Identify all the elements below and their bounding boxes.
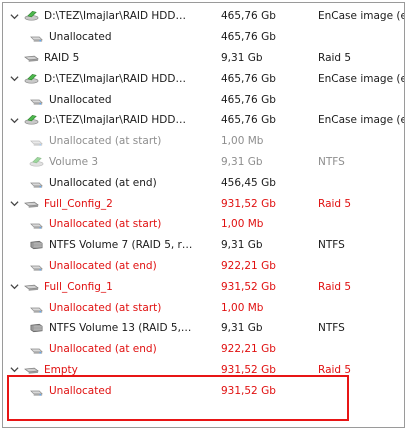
row-name: RAID 5 — [44, 51, 80, 64]
row-size: 9,31 Gb — [221, 239, 263, 252]
tree-row-unallocated-end[interactable]: Unallocated (at end) 922,21 Gb — [3, 256, 403, 277]
row-size: 465,76 Gb — [221, 114, 276, 127]
chevron-down-icon[interactable] — [8, 114, 20, 126]
chevron-down-icon[interactable] — [8, 10, 20, 22]
row-size: 931,52 Gb — [221, 384, 276, 397]
row-type: EnCase image (e01) — [318, 10, 404, 23]
tree-row-ntfs-volume[interactable]: NTFS Volume 13 (RAID 5, raid) 9,31 Gb NT… — [3, 318, 403, 339]
row-type: Raid 5 — [318, 363, 352, 376]
tree-row-raid-full-config-2[interactable]: Full_Config_2 931,52 Gb Raid 5 — [3, 193, 403, 214]
row-name: NTFS Volume 7 (RAID 5, raid) — [49, 239, 194, 252]
tree-row-unallocated-start[interactable]: Unallocated (at start) 1,00 Mb — [3, 131, 403, 152]
row-size: 456,45 Gb — [221, 176, 276, 189]
disk-tree-panel: D:\TEZ\İmajlar\RAID HDD VROC S... 465,76… — [2, 2, 405, 428]
row-type: NTFS — [318, 155, 345, 168]
unallocated-disk-icon — [29, 385, 44, 397]
raid-disk-icon — [24, 281, 39, 293]
row-name: Full_Config_1 — [44, 280, 113, 293]
tree-row-unallocated-end[interactable]: Unallocated (at end) 922,21 Gb — [3, 339, 403, 360]
ntfs-volume-icon — [29, 239, 44, 251]
unallocated-disk-icon — [29, 177, 44, 189]
row-name: Full_Config_2 — [44, 197, 113, 210]
row-size: 465,76 Gb — [221, 31, 276, 44]
row-name: Unallocated (at end) — [49, 176, 157, 189]
chevron-down-icon[interactable] — [8, 364, 20, 376]
row-type: Raid 5 — [318, 280, 352, 293]
row-size: 931,52 Gb — [221, 280, 276, 293]
tree-row-volume[interactable]: Volume 3 9,31 Gb NTFS — [3, 152, 403, 173]
unallocated-disk-icon — [29, 260, 44, 272]
tree-row-raid-empty[interactable]: Empty 931,52 Gb Raid 5 — [3, 360, 403, 381]
row-name: Unallocated (at end) — [49, 343, 157, 356]
row-name: Empty — [44, 363, 78, 376]
tree-row-raid[interactable]: RAID 5 9,31 Gb Raid 5 — [3, 48, 403, 69]
row-size: 465,76 Gb — [221, 72, 276, 85]
unallocated-disk-icon — [29, 302, 44, 314]
row-size: 465,76 Gb — [221, 93, 276, 106]
disk-tree: D:\TEZ\İmajlar\RAID HDD VROC S... 465,76… — [3, 6, 404, 401]
row-type: Raid 5 — [318, 51, 352, 64]
tree-row-image-3[interactable]: D:\TEZ\İmajlar\RAID HDD VROC S... 465,76… — [3, 110, 404, 131]
row-size: 931,52 Gb — [221, 363, 276, 376]
row-name: D:\TEZ\İmajlar\RAID HDD VROC S... — [44, 114, 189, 127]
row-size: 1,00 Mb — [221, 218, 264, 231]
row-type: NTFS — [318, 239, 345, 252]
volume-icon — [29, 156, 44, 168]
row-name: Unallocated — [49, 31, 112, 44]
row-name: D:\TEZ\İmajlar\RAID HDD VROC S... — [44, 10, 189, 23]
row-size: 1,00 Mb — [221, 301, 264, 314]
row-name: Unallocated (at end) — [49, 259, 157, 272]
row-size: 9,31 Gb — [221, 322, 263, 335]
encase-image-icon — [24, 10, 39, 22]
raid-disk-icon — [24, 198, 39, 210]
raid-disk-icon — [24, 52, 39, 64]
row-type: EnCase image (e01) — [318, 114, 404, 127]
row-size: 9,31 Gb — [221, 155, 263, 168]
chevron-down-icon[interactable] — [8, 198, 20, 210]
tree-row-unallocated[interactable]: Unallocated 465,76 Gb — [3, 89, 403, 110]
tree-row-ntfs-volume[interactable]: NTFS Volume 7 (RAID 5, raid) 9,31 Gb NTF… — [3, 235, 403, 256]
row-name: Unallocated (at start) — [49, 218, 162, 231]
unallocated-disk-icon — [29, 343, 44, 355]
row-name: Unallocated (at start) — [49, 301, 162, 314]
row-size: 1,00 Mb — [221, 135, 264, 148]
tree-row-unallocated[interactable]: Unallocated 465,76 Gb — [3, 27, 403, 48]
unallocated-disk-icon — [29, 135, 44, 147]
ntfs-volume-icon — [29, 322, 44, 334]
row-size: 931,52 Gb — [221, 197, 276, 210]
row-size: 922,21 Gb — [221, 259, 276, 272]
row-name: Volume 3 — [49, 155, 99, 168]
unallocated-disk-icon — [29, 94, 44, 106]
tree-row-image-1[interactable]: D:\TEZ\İmajlar\RAID HDD VROC S... 465,76… — [3, 6, 404, 27]
tree-row-unallocated-start[interactable]: Unallocated (at start) 1,00 Mb — [3, 214, 403, 235]
tree-row-raid-full-config-1[interactable]: Full_Config_1 931,52 Gb Raid 5 — [3, 276, 403, 297]
row-name: Unallocated (at start) — [49, 135, 162, 148]
encase-image-icon — [24, 114, 39, 126]
unallocated-disk-icon — [29, 218, 44, 230]
tree-row-image-2[interactable]: D:\TEZ\İmajlar\RAID HDD VROC S... 465,76… — [3, 68, 404, 89]
row-name: Unallocated — [49, 93, 112, 106]
row-size: 922,21 Gb — [221, 343, 276, 356]
raid-disk-icon — [24, 364, 39, 376]
tree-row-unallocated[interactable]: Unallocated 931,52 Gb — [3, 380, 403, 401]
encase-image-icon — [24, 73, 39, 85]
row-type: EnCase image (e01) — [318, 72, 404, 85]
row-size: 9,31 Gb — [221, 51, 263, 64]
row-name: Unallocated — [49, 384, 112, 397]
tree-row-unallocated-end[interactable]: Unallocated (at end) 456,45 Gb — [3, 172, 403, 193]
tree-row-unallocated-start[interactable]: Unallocated (at start) 1,00 Mb — [3, 297, 403, 318]
chevron-down-icon[interactable] — [8, 73, 20, 85]
row-name: NTFS Volume 13 (RAID 5, raid) — [49, 322, 194, 335]
row-name: D:\TEZ\İmajlar\RAID HDD VROC S... — [44, 72, 189, 85]
row-size: 465,76 Gb — [221, 10, 276, 23]
row-type: NTFS — [318, 322, 345, 335]
unallocated-disk-icon — [29, 31, 44, 43]
row-type: Raid 5 — [318, 197, 352, 210]
chevron-down-icon[interactable] — [8, 281, 20, 293]
